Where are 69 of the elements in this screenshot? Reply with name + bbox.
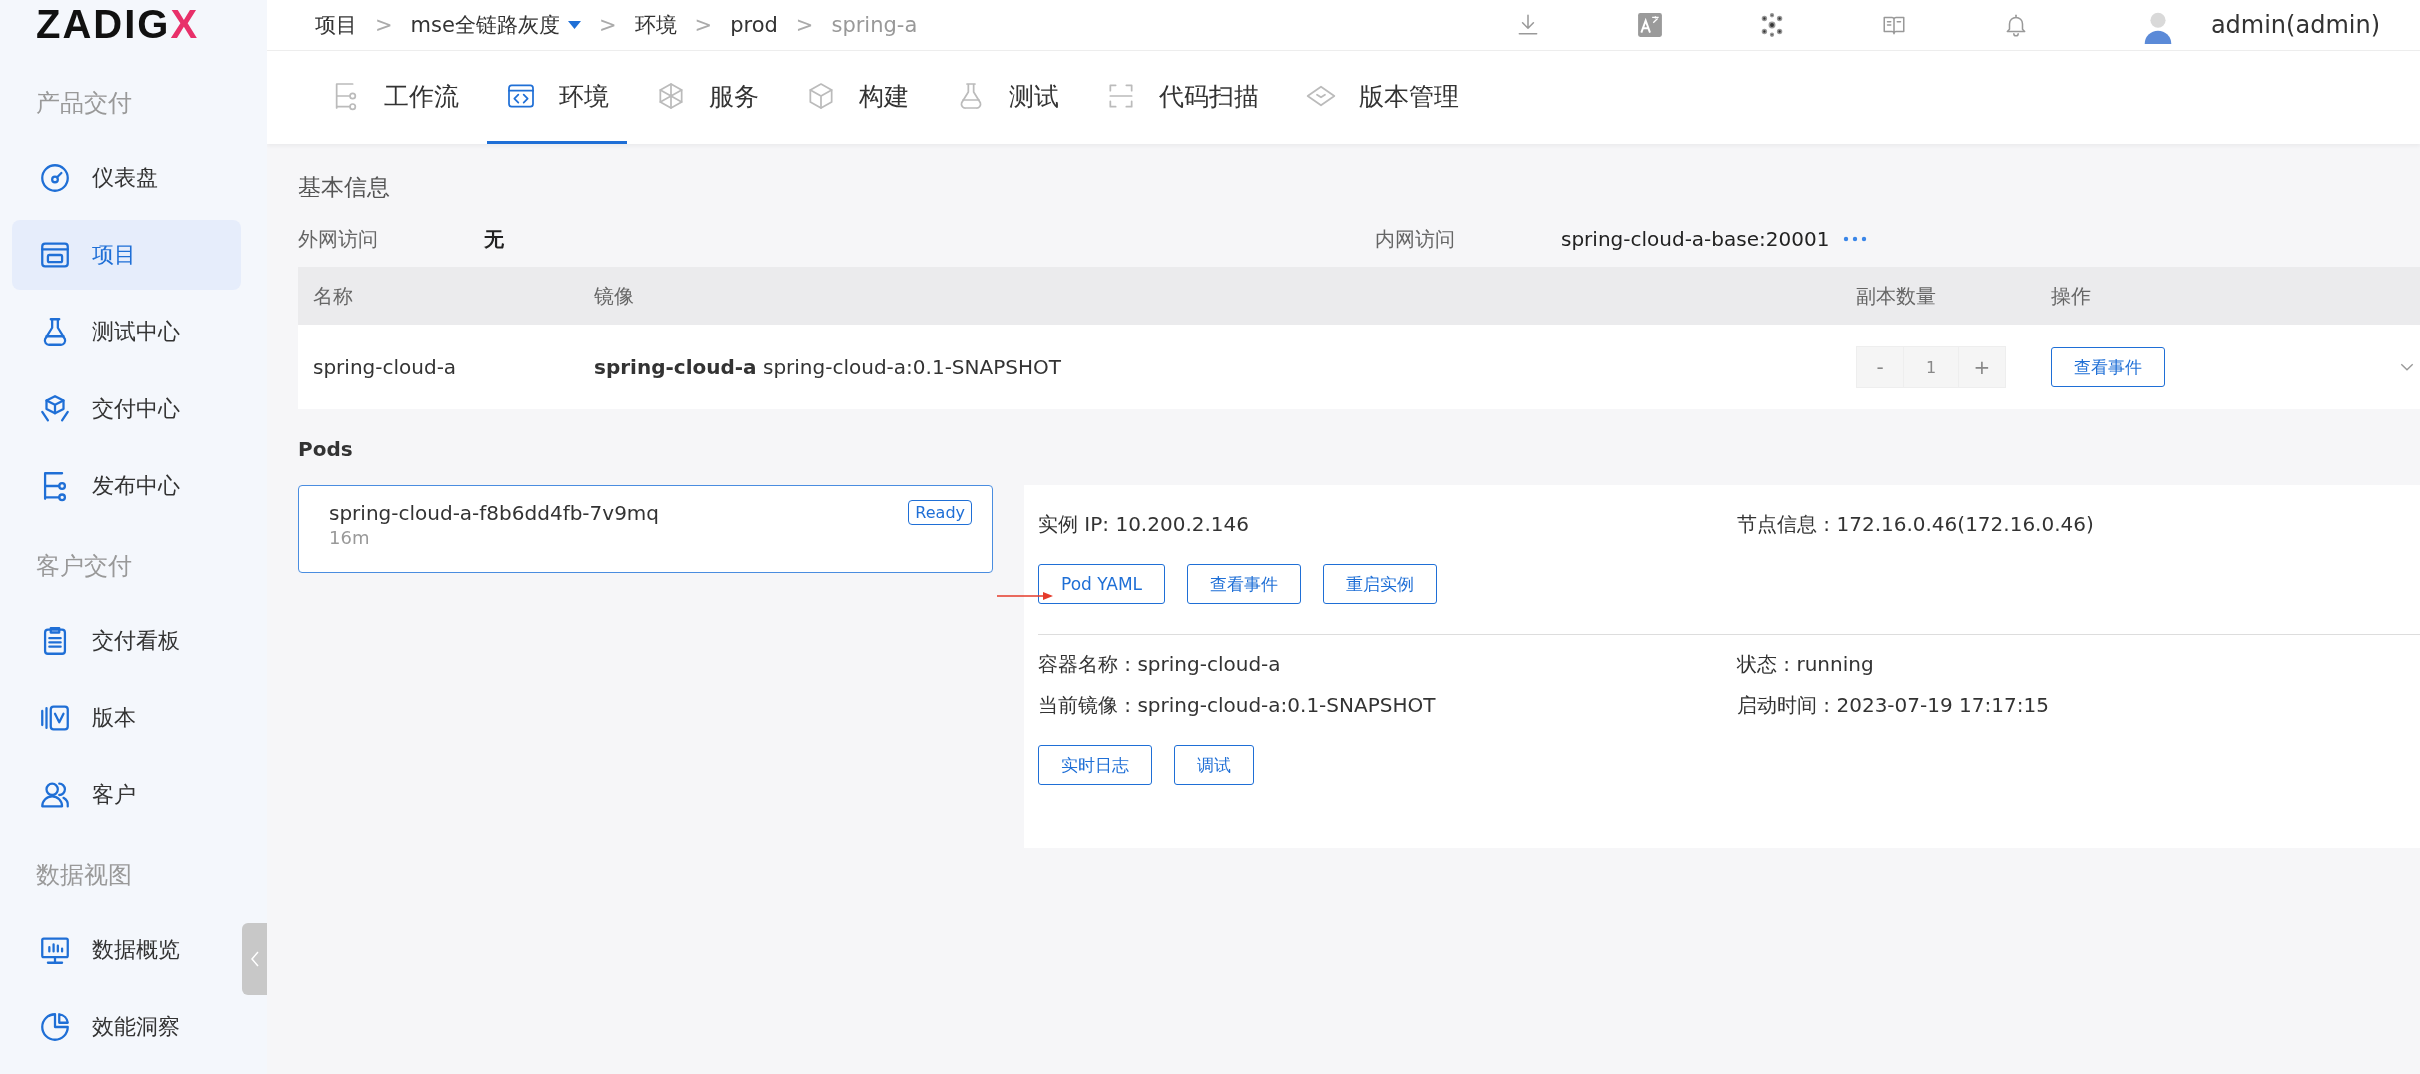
breadcrumb-separator: > bbox=[694, 13, 713, 37]
pod-action-button[interactable]: Pod YAML bbox=[1038, 564, 1166, 604]
section-title: Pods bbox=[298, 437, 354, 461]
sidebar-item[interactable]: 交付中心 bbox=[12, 374, 241, 444]
replica-count: 1 bbox=[1903, 347, 1959, 387]
field-label: 内网访问 bbox=[1375, 225, 1456, 253]
sidebar-section-title: 产品交付 bbox=[35, 88, 133, 119]
tab[interactable]: 构建 bbox=[787, 51, 927, 144]
project-dropdown[interactable]: mse全链路灰度 bbox=[410, 11, 581, 39]
container-state: 状态 : running bbox=[1737, 651, 1875, 678]
tab[interactable]: 工作流 bbox=[312, 51, 477, 144]
column-header: 副本数量 bbox=[1856, 282, 1937, 310]
breadcrumb-separator: > bbox=[795, 13, 814, 37]
sidebar-item[interactable]: 仪表盘 bbox=[12, 143, 241, 213]
more-icon[interactable] bbox=[1843, 236, 1868, 242]
container-action-button[interactable]: 实时日志 bbox=[1038, 745, 1152, 785]
column-header: 镜像 bbox=[594, 282, 635, 310]
tab[interactable]: 代码扫描 bbox=[1087, 51, 1277, 144]
column-header: 名称 bbox=[313, 282, 354, 310]
pie-chart-icon bbox=[38, 1010, 72, 1044]
caret-icon bbox=[567, 21, 581, 29]
sidebar-item[interactable]: 效能洞察 bbox=[12, 992, 241, 1062]
table-cell-text: spring-cloud-a spring-cloud-a:0.1-SNAPSHOT bbox=[594, 355, 1062, 379]
section-title: 基本信息 bbox=[298, 173, 391, 202]
tab[interactable]: 测试 bbox=[937, 51, 1077, 144]
breadcrumb-current: spring-a bbox=[831, 13, 918, 37]
table-cell-text: spring-cloud-a bbox=[313, 355, 458, 379]
breadcrumb-link[interactable]: 项目 bbox=[315, 11, 357, 39]
collapse-handle[interactable] bbox=[242, 923, 267, 995]
container-image: 当前镜像 : spring-cloud-a:0.1-SNAPSHOT bbox=[1038, 692, 1437, 719]
field-label: 外网访问 bbox=[298, 225, 379, 253]
column-header: 操作 bbox=[2051, 282, 2092, 310]
pod-action-button[interactable]: 重启实例 bbox=[1323, 564, 1438, 604]
sidebar-section-title: 数据视图 bbox=[35, 860, 133, 891]
breadcrumb-separator: > bbox=[598, 13, 617, 37]
start-time: 启动时间 : 2023-07-19 17:17:15 bbox=[1737, 692, 2050, 719]
field-value: spring-cloud-a-base:20001 bbox=[1561, 227, 1830, 251]
arrow-annotation bbox=[997, 592, 1053, 600]
sidebar-item[interactable]: 发布中心 bbox=[12, 451, 241, 521]
sidebar-item[interactable]: 交付看板 bbox=[12, 606, 241, 676]
logo-accent: X bbox=[170, 2, 200, 46]
translate-icon[interactable] bbox=[1636, 12, 1663, 38]
tab[interactable]: 版本管理 bbox=[1287, 51, 1477, 144]
breadcrumb-link[interactable]: 环境 bbox=[634, 11, 677, 39]
gauge-icon bbox=[38, 161, 72, 195]
status-tag: Ready bbox=[908, 500, 972, 525]
sidebar-section-title: 客户交付 bbox=[35, 551, 133, 582]
container-name: 容器名称 : spring-cloud-a bbox=[1038, 651, 1282, 678]
node-info: 节点信息 : 172.16.0.46(172.16.0.46) bbox=[1737, 511, 2095, 538]
tab[interactable]: 服务 bbox=[637, 51, 777, 144]
pod-age: 16m bbox=[329, 527, 370, 548]
field-value: 无 bbox=[484, 225, 505, 253]
view-events-button[interactable]: 查看事件 bbox=[2051, 347, 2165, 387]
sidebar-item[interactable]: 客户 bbox=[12, 760, 241, 830]
sidebar-item[interactable]: 数据概览 bbox=[12, 915, 241, 985]
user-name[interactable]: admin(admin) bbox=[2210, 11, 2380, 39]
pod-name: spring-cloud-a-f8b6dd4fb-7v9mq bbox=[329, 500, 660, 525]
pod-card[interactable]: spring-cloud-a-f8b6dd4fb-7v9mq Ready 16m bbox=[298, 485, 993, 573]
pod-action-button[interactable]: 查看事件 bbox=[1187, 564, 1302, 604]
sidebar-item[interactable]: 版本 bbox=[12, 683, 241, 753]
logo: ZADIGX bbox=[35, 1, 201, 48]
breadcrumb-link[interactable]: prod bbox=[730, 13, 778, 37]
instance-ip: 实例 IP: 10.200.2.146 bbox=[1038, 511, 1250, 538]
container-action-button[interactable]: 调试 bbox=[1174, 745, 1254, 785]
tab[interactable]: 环境 bbox=[487, 51, 627, 144]
chevron-icon[interactable] bbox=[2400, 363, 2414, 371]
sidebar-item[interactable]: 测试中心 bbox=[12, 297, 241, 367]
sidebar-item[interactable]: 项目 bbox=[12, 220, 241, 290]
breadcrumb-separator: > bbox=[375, 13, 393, 37]
